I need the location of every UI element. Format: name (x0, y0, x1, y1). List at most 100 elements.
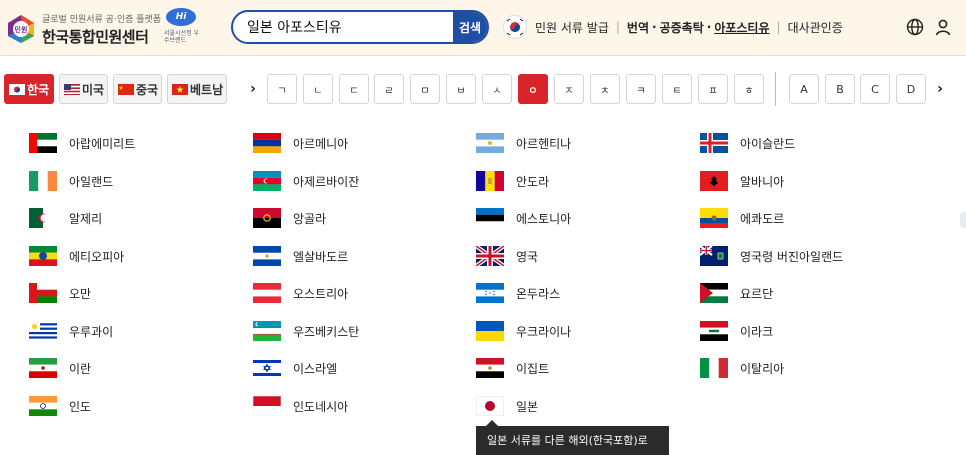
page: 민원 글로벌 민원서류 공·인증 플랫폼 한국통합민원센터 Hi Seoul 서… (0, 0, 966, 455)
lang-tab-usa[interactable]: 미국 (59, 74, 108, 104)
country-item-angola[interactable]: 앙골라 (253, 206, 326, 230)
jamo-filter[interactable]: ㅌ (662, 74, 692, 104)
jamo-filter[interactable]: ㅈ (554, 74, 584, 104)
country-item-jordan[interactable]: 요르단 (700, 281, 773, 305)
jamo-filter[interactable]: ㅎ (734, 74, 764, 104)
user-icon[interactable] (932, 16, 954, 38)
jamo-filter[interactable]: ㄱ (267, 74, 297, 104)
azerbaijan-flag-icon (253, 171, 281, 191)
latin-filter[interactable]: D (896, 74, 926, 104)
lang-tab-label: 미국 (82, 82, 105, 97)
country-item-uk[interactable]: 영국 (476, 244, 538, 268)
jamo-filter[interactable]: ㅁ (410, 74, 440, 104)
utility-nav: 민원 서류 발급 | 번역 · 공증촉탁 · 아포스티유 | 대사관인증 (503, 14, 843, 40)
logo-mark-icon: 민원 (8, 15, 34, 43)
country-item-estonia[interactable]: 에스토니아 (476, 206, 571, 230)
country-name: 이집트 (516, 361, 550, 376)
country-item-ecuador[interactable]: 에콰도르 (700, 206, 784, 230)
hiseoul-caption: 서울시선정 우수브랜드 (164, 30, 200, 44)
country-name: 알제리 (69, 211, 103, 226)
country-item-uae[interactable]: 아랍에미리트 (29, 131, 135, 155)
country-item-ireland[interactable]: 아일랜드 (29, 169, 113, 193)
usa-flag-icon (64, 83, 80, 95)
indonesia-flag-icon (253, 396, 281, 416)
jamo-filter[interactable]: ㄹ (374, 74, 404, 104)
ethiopia-flag-icon (29, 246, 57, 266)
country-name: 우크라이나 (516, 324, 572, 339)
nav-notary-link[interactable]: 공증촉탁 (660, 19, 704, 36)
nav-separator: | (615, 20, 620, 34)
china-flag-icon (118, 83, 134, 95)
country-item-ukraine[interactable]: 우크라이나 (476, 319, 571, 343)
oman-flag-icon (29, 283, 57, 303)
country-item-israel[interactable]: 이스라엘 (253, 356, 337, 380)
country-item-egypt[interactable]: 이집트 (476, 356, 549, 380)
country-item-albania[interactable]: 알바니아 (700, 169, 784, 193)
israel-flag-icon (253, 358, 281, 378)
andorra-flag-icon (476, 171, 504, 191)
logo-mark-text: 민원 (15, 25, 28, 34)
search-button[interactable]: 검색 (453, 12, 487, 42)
scroll-edge-handle[interactable] (960, 212, 966, 228)
search-input[interactable] (233, 12, 455, 42)
nav-translation-link[interactable]: 번역 (627, 19, 649, 36)
lang-tab-china[interactable]: 중국 (113, 74, 162, 104)
nav-issue-link[interactable]: 민원 서류 발급 (535, 19, 609, 36)
vietnam-flag-icon (172, 83, 188, 95)
jordan-flag-icon (700, 283, 728, 303)
country-name: 엘살바도르 (293, 249, 349, 264)
globe-icon[interactable] (904, 16, 926, 38)
country-item-argentina[interactable]: 아르헨티나 (476, 131, 571, 155)
country-name: 요르단 (740, 286, 774, 301)
lang-tab-korea[interactable]: 한국 (4, 74, 54, 104)
korea-flag-icon (9, 83, 25, 95)
country-item-austria[interactable]: 오스트리아 (253, 281, 348, 305)
country-item-honduras[interactable]: 온두라스 (476, 281, 560, 305)
nav-apostille-link[interactable]: 아포스티유 (714, 19, 769, 36)
country-name: 아이슬란드 (740, 136, 796, 151)
honduras-flag-icon (476, 283, 504, 303)
latin-filter[interactable]: A (789, 74, 819, 104)
chevron-right-icon[interactable]: › (933, 81, 947, 97)
country-item-bvi[interactable]: 영국령 버진아일랜드 (700, 244, 843, 268)
site-header: 민원 글로벌 민원서류 공·인증 플랫폼 한국통합민원센터 Hi Seoul 서… (0, 0, 966, 56)
jamo-filter[interactable]: ㅂ (446, 74, 476, 104)
country-item-el-salvador[interactable]: 엘살바도르 (253, 244, 348, 268)
lang-tab-label: 중국 (136, 82, 159, 97)
country-item-oman[interactable]: 오만 (29, 281, 91, 305)
nav-embassy-link[interactable]: 대사관인증 (788, 19, 843, 36)
country-item-ethiopia[interactable]: 에티오피아 (29, 244, 124, 268)
site-logo[interactable]: 민원 글로벌 민원서류 공·인증 플랫폼 한국통합민원센터 Hi Seoul 서… (6, 6, 202, 50)
jamo-filter-active[interactable]: ㅇ (518, 74, 548, 104)
country-item-iraq[interactable]: 이라크 (700, 319, 773, 343)
latin-filter[interactable]: B (825, 74, 855, 104)
country-item-iceland[interactable]: 아이슬란드 (700, 131, 795, 155)
jamo-filter[interactable]: ㅊ (590, 74, 620, 104)
country-name: 우즈베키스탄 (293, 324, 360, 339)
lang-tab-vietnam[interactable]: 베트남 (167, 74, 227, 104)
filter-divider (775, 72, 776, 106)
country-item-iran[interactable]: 이란 (29, 356, 91, 380)
jamo-filter[interactable]: ㅍ (698, 74, 728, 104)
chevron-right-icon[interactable]: › (246, 81, 260, 97)
country-item-uzbekistan[interactable]: 우즈베키스탄 (253, 319, 359, 343)
country-item-andorra[interactable]: 안도라 (476, 169, 549, 193)
country-item-armenia[interactable]: 아르메니아 (253, 131, 348, 155)
country-name: 아르헨티나 (516, 136, 572, 151)
logo-title: 한국통합민원센터 (42, 28, 149, 46)
country-item-italy[interactable]: 이탈리아 (700, 356, 784, 380)
jamo-filter[interactable]: ㄴ (303, 74, 333, 104)
jamo-filter[interactable]: ㅅ (482, 74, 512, 104)
country-item-algeria[interactable]: 알제리 (29, 206, 102, 230)
country-name: 온두라스 (516, 286, 561, 301)
jamo-filter[interactable]: ㄷ (339, 74, 369, 104)
country-item-uruguay[interactable]: 우루과이 (29, 319, 113, 343)
country-item-japan[interactable]: 일본 (476, 394, 538, 418)
hiseoul-badge-label: Hi Seoul (166, 8, 196, 40)
albania-flag-icon (700, 171, 728, 191)
country-item-indonesia[interactable]: 인도네시아 (253, 394, 348, 418)
jamo-filter[interactable]: ㅋ (626, 74, 656, 104)
country-item-azerbaijan[interactable]: 아제르바이잔 (253, 169, 359, 193)
country-item-india[interactable]: 인도 (29, 394, 91, 418)
latin-filter[interactable]: C (860, 74, 890, 104)
